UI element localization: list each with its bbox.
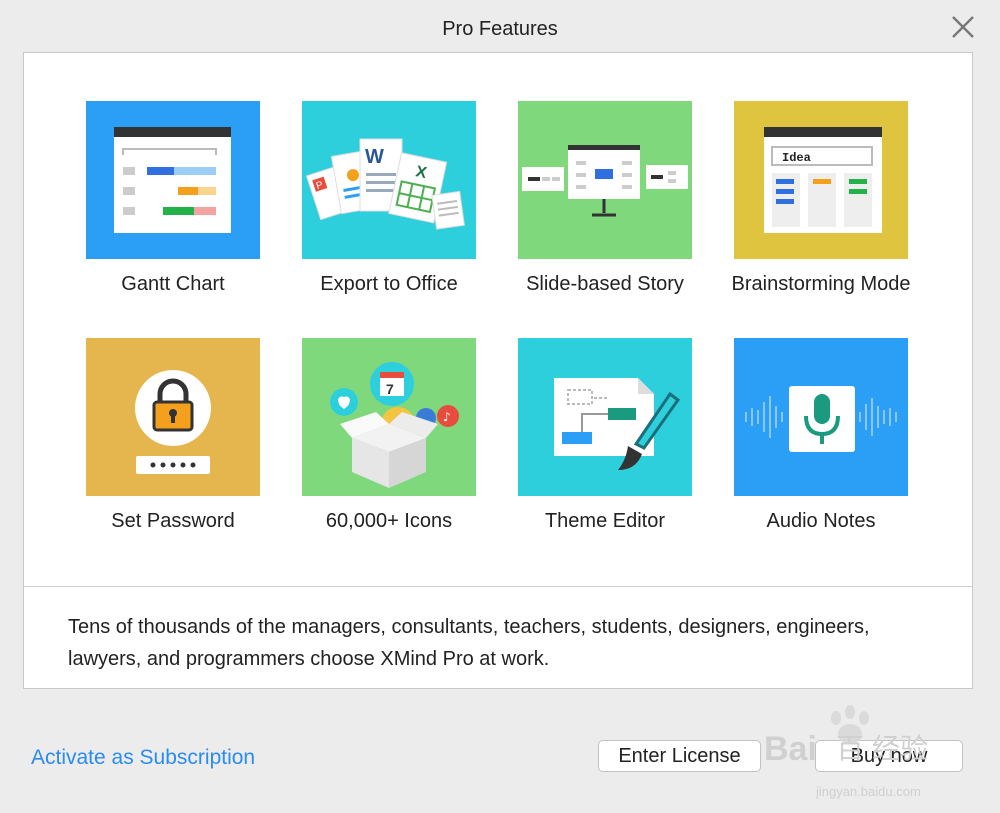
feature-label: 60,000+ Icons <box>325 510 453 532</box>
close-icon[interactable] <box>950 14 976 40</box>
padlock-icon <box>86 338 260 496</box>
activate-subscription-link[interactable]: Activate as Subscription <box>31 746 255 770</box>
feature-label: Gantt Chart <box>121 273 225 295</box>
svg-text:Idea: Idea <box>782 151 811 165</box>
svg-text:7: 7 <box>386 381 394 397</box>
feature-label: Set Password <box>111 510 235 532</box>
svg-text:♪: ♪ <box>443 410 451 424</box>
presentation-board-icon <box>518 101 692 259</box>
feature-slide-based-story[interactable]: Slide-based Story <box>497 101 713 321</box>
feature-label: Audio Notes <box>766 510 876 532</box>
feature-export-to-office[interactable]: P W X Export to Office <box>281 101 497 321</box>
window-title: Pro Features <box>442 18 558 40</box>
brainstorm-board-icon: Idea <box>734 101 908 259</box>
features-panel: Gantt Chart P W X Export to Office Slide… <box>23 52 973 689</box>
office-documents-icon: P W X <box>302 101 476 259</box>
pro-features-window: Pro Features Gantt Chart P W X Export to… <box>0 0 1000 813</box>
feature-label: Brainstorming Mode <box>731 273 911 295</box>
feature-label: Export to Office <box>320 273 458 295</box>
feature-icons[interactable]: 7 ♪ 60,000+ Icons <box>281 338 497 558</box>
feature-theme-editor[interactable]: Theme Editor <box>497 338 713 558</box>
paintbrush-icon <box>518 338 692 496</box>
panel-divider <box>24 586 972 587</box>
gantt-chart-icon <box>86 101 260 259</box>
feature-label: Theme Editor <box>544 510 666 532</box>
icon-box-icon: 7 ♪ <box>302 338 476 496</box>
enter-license-button[interactable]: Enter License <box>598 740 761 772</box>
svg-text:jingyan.baidu.com: jingyan.baidu.com <box>815 784 921 799</box>
buy-now-button[interactable]: Buy now <box>815 740 963 772</box>
feature-brainstorming-mode[interactable]: Idea Brainstorming Mode <box>713 101 929 321</box>
feature-label: Slide-based Story <box>526 273 684 295</box>
description-text: Tens of thousands of the managers, consu… <box>68 616 870 670</box>
svg-text:Bai: Bai <box>764 730 817 768</box>
feature-set-password[interactable]: Set Password <box>65 338 281 558</box>
feature-audio-notes[interactable]: Audio Notes <box>713 338 929 558</box>
svg-text:W: W <box>365 146 384 168</box>
feature-gantt-chart[interactable]: Gantt Chart <box>65 101 281 321</box>
microphone-icon <box>734 338 908 496</box>
